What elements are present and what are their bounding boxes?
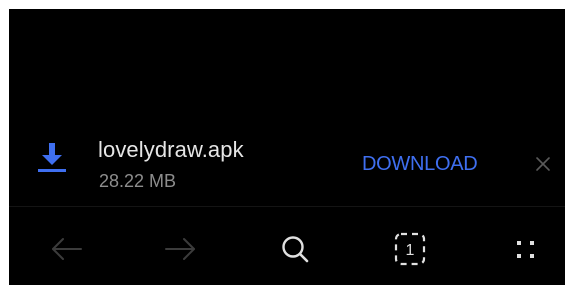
menu-dots-icon[interactable] — [505, 229, 545, 269]
download-arrow-icon — [37, 140, 67, 174]
browser-screen: lovelydraw.apk 28.22 MB DOWNLOAD 1 — [9, 9, 565, 285]
download-banner: lovelydraw.apk 28.22 MB DOWNLOAD — [9, 121, 565, 207]
back-arrow-icon[interactable] — [47, 229, 87, 269]
bottom-navigation-bar: 1 — [9, 207, 565, 285]
search-icon[interactable] — [275, 229, 315, 269]
file-name: lovelydraw.apk — [98, 137, 244, 162]
tabs-icon[interactable]: 1 — [390, 229, 430, 269]
close-icon[interactable] — [528, 149, 558, 179]
file-size: 28.22 MB — [99, 171, 177, 191]
forward-arrow-icon[interactable] — [160, 229, 200, 269]
download-button[interactable]: DOWNLOAD — [362, 153, 478, 176]
tab-count: 1 — [406, 242, 415, 259]
